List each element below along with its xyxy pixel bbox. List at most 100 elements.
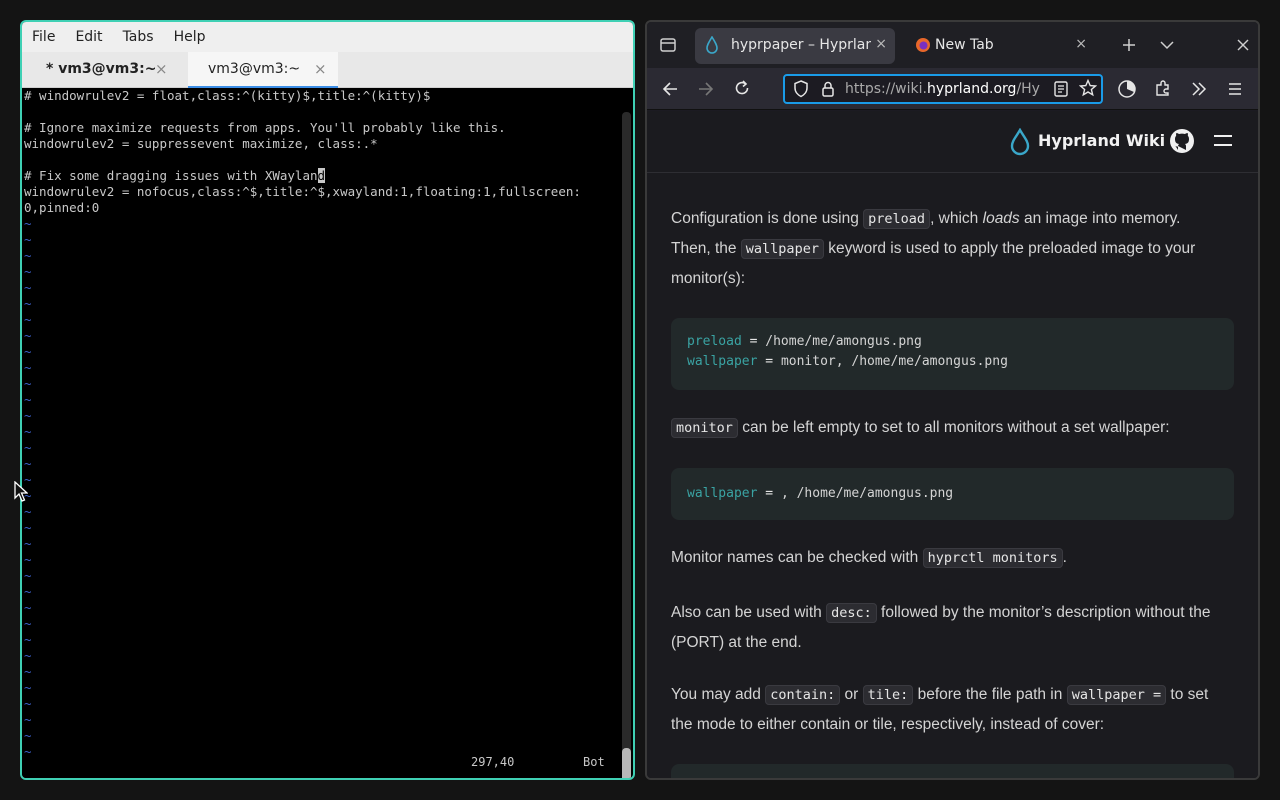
tilde-marker: ~ [24,712,32,727]
extensions-puzzle-icon[interactable] [1154,79,1172,97]
tilde-marker: ~ [24,536,32,551]
close-icon[interactable]: × [875,36,887,52]
bookmark-star-icon[interactable] [1079,79,1097,97]
browser-tab-active[interactable]: hyprpaper – Hyprland × [695,28,895,64]
reload-icon[interactable] [733,79,751,97]
browser-tab-bar: hyprpaper – Hyprland × New Tab × [647,22,1258,68]
tilde-marker: ~ [24,424,32,439]
close-icon[interactable]: × [1075,36,1087,52]
tilde-marker: ~ [24,744,32,759]
inline-code: contain: [765,685,841,705]
url-bar[interactable]: https://wiki.hyprland.org/Hy [783,74,1103,104]
text: . [1062,549,1067,566]
code-keyword: wallpaper [687,354,758,369]
inline-code: preload [863,209,931,229]
tab-overview-icon[interactable] [659,36,677,54]
browser-window[interactable]: hyprpaper – Hyprland × New Tab × https:/… [645,20,1260,780]
tilde-marker: ~ [24,328,32,343]
paragraph-desc: Also can be used with desc: followed by … [671,598,1241,658]
text: followed by the monitor’s description wi… [876,604,1211,621]
terminal-text-area[interactable]: # windowrulev2 = float,class:^(kitty)$,t… [22,88,620,778]
tilde-marker: ~ [24,344,32,359]
text: Monitor names can be checked with [671,549,923,566]
terminal-tab-bar: * vm3@vm3:~ × vm3@vm3:~ × [22,52,633,88]
tilde-marker: ~ [24,632,32,647]
shield-icon[interactable] [793,80,809,98]
lock-icon[interactable] [821,80,835,98]
inline-code: tile: [862,685,914,705]
text: (PORT) at the end. [671,634,802,651]
terminal-line-text: # Fix some dragging issues with XWaylan [24,168,318,183]
terminal-scrollbar[interactable] [622,112,631,778]
chevron-down-icon[interactable] [1159,38,1175,52]
scrollbar-thumb[interactable] [622,748,631,778]
reader-view-icon[interactable] [1053,80,1069,98]
tilde-marker: ~ [24,264,32,279]
tilde-marker: ~ [24,600,32,615]
terminal-line: # Ignore maximize requests from apps. Yo… [24,120,506,135]
tilde-marker: ~ [24,616,32,631]
code-block-partial[interactable] [671,764,1234,778]
tilde-marker: ~ [24,680,32,695]
terminal-line: windowrulev2 = suppressevent maximize, c… [24,136,378,151]
terminal-line: 0,pinned:0 [24,200,100,215]
tilde-marker: ~ [24,376,32,391]
terminal-tab-1[interactable]: * vm3@vm3:~ × [22,52,188,88]
hyprland-logo-icon[interactable] [1009,128,1031,156]
terminal-tab-1-title: * vm3@vm3:~ [46,61,157,77]
back-arrow-icon[interactable] [661,80,679,98]
scroll-indicator: Bot [583,755,605,769]
menu-help[interactable]: Help [172,29,208,45]
tilde-marker: ~ [24,408,32,423]
tilde-marker: ~ [24,296,32,311]
code-operator: = [757,486,781,501]
tilde-marker: ~ [24,584,32,599]
code-block-preload[interactable]: preload = /home/me/amongus.png wallpaper… [671,318,1234,390]
text: the mode to either contain or tile, resp… [671,716,1105,733]
new-tab-plus-icon[interactable] [1121,37,1137,53]
close-icon[interactable]: × [314,60,327,78]
text: You may add [671,686,766,703]
hamburger-menu-icon[interactable] [1227,81,1243,97]
hamburger-menu-icon[interactable] [1213,133,1233,149]
text: keyword is used to apply the preloaded i… [823,240,1196,257]
text: before the file path in [913,686,1067,703]
browser-tab-title: New Tab [935,37,994,53]
forward-arrow-icon[interactable] [697,80,715,98]
page-content[interactable]: Hyprland Wiki Configuration is done usin… [647,111,1258,778]
terminal-line: # windowrulev2 = float,class:^(kitty)$,t… [24,88,431,103]
text: , which [930,210,983,227]
close-icon[interactable]: × [155,60,168,78]
tilde-marker: ~ [24,216,32,231]
emphasis: loads [982,210,1020,227]
menu-file[interactable]: File [30,29,57,45]
code-operator: = [757,354,781,369]
github-icon[interactable] [1169,128,1195,154]
browser-tab-new[interactable]: New Tab × [909,28,1099,64]
code-keyword: wallpaper [687,486,758,501]
tilde-marker: ~ [24,248,32,263]
tilde-marker: ~ [24,440,32,455]
text: monitor(s): [671,270,746,287]
url-text[interactable]: https://wiki.hyprland.org/Hy [845,81,1045,97]
code-block-wallpaper[interactable]: wallpaper = , /home/me/amongus.png [671,468,1234,520]
site-title[interactable]: Hyprland Wiki [1038,131,1165,150]
terminal-menubar: File Edit Tabs Help [22,22,633,52]
menu-tabs[interactable]: Tabs [121,29,156,45]
window-close-icon[interactable] [1236,38,1250,52]
paragraph-contain-tile: You may add contain: or tile: before the… [671,680,1241,740]
tilde-marker: ~ [24,488,32,503]
overflow-chevrons-icon[interactable] [1190,81,1208,97]
text: Also can be used with [671,604,827,621]
url-suffix: /Hy [1016,81,1040,97]
terminal-tab-2[interactable]: vm3@vm3:~ × [188,52,338,88]
code-keyword: preload [687,334,742,349]
inline-code: wallpaper = [1066,685,1167,705]
url-prefix: https://wiki. [845,81,927,97]
tilde-marker: ~ [24,312,32,327]
code-line: wallpaper = monitor, /home/me/amongus.pn… [687,352,1234,372]
pocket-timer-icon[interactable] [1117,79,1137,99]
menu-edit[interactable]: Edit [73,29,104,45]
terminal-window[interactable]: File Edit Tabs Help * vm3@vm3:~ × vm3@vm… [20,20,635,780]
inline-code: wallpaper [740,239,824,259]
